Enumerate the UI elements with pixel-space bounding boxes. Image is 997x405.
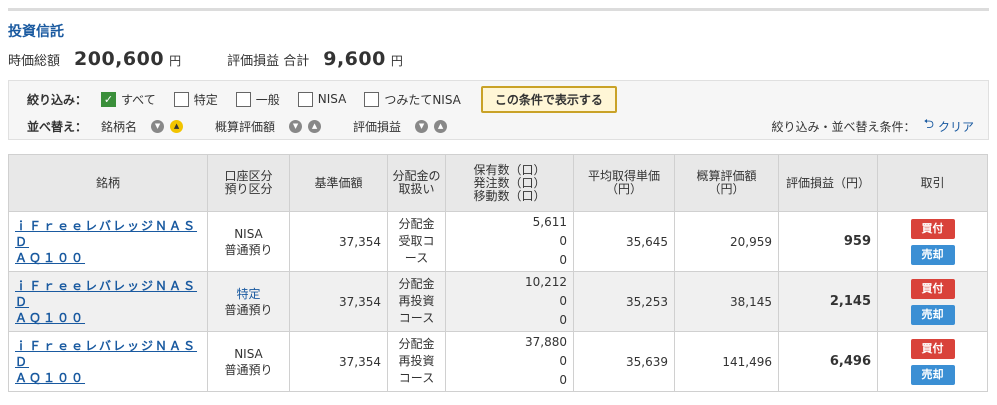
- fund-name-link[interactable]: ｉＦｒｅｅレバレッジＮＡＳＤ ＡＱ１００: [15, 278, 201, 326]
- base-price-cell: 37,354: [289, 211, 388, 272]
- clear-label[interactable]: クリア: [938, 118, 974, 135]
- filter-option-label: すべて: [121, 92, 156, 107]
- table-row: ｉＦｒｅｅレバレッジＮＡＳＤ ＡＱ１００ NISA 普通預り 37,354 分配金受…: [8, 211, 988, 272]
- trade-cell: 買付 売却: [877, 331, 988, 392]
- sort-down-icon[interactable]: ▼: [415, 119, 429, 133]
- sell-button[interactable]: 売却: [910, 304, 955, 325]
- sort-up-icon[interactable]: ▲: [434, 119, 448, 133]
- base-price-cell: 37,354: [289, 271, 388, 332]
- distribution-cell: 分配金 再投資 コース: [387, 271, 446, 332]
- header-pnl: 評価損益（円）: [778, 154, 878, 212]
- pnl-cell: 2,145: [778, 271, 878, 332]
- clear-link[interactable]: ⮌ クリア: [924, 115, 974, 137]
- sort-item-label: 概算評価額: [215, 119, 276, 134]
- filter-option-label: 一般: [255, 92, 280, 107]
- account-cell: NISA 普通預り: [207, 331, 290, 392]
- pnl-total-label: 評価損益 合計: [227, 54, 310, 69]
- header-base-price: 基準価額: [289, 154, 388, 212]
- quantity-cell: 5,611 0 0: [445, 211, 574, 272]
- header-avg-cost: 平均取得単価 （円）: [573, 154, 675, 212]
- filter-option-label: NISA: [317, 92, 347, 106]
- header-quantity: 保有数（口） 発注数（口） 移動数（口）: [445, 154, 574, 212]
- avg-cost-cell: 35,253: [573, 271, 675, 332]
- apply-filter-button[interactable]: この条件で表示する: [480, 85, 617, 113]
- holdings-table: 銘柄 口座区分 預り区分 基準価額 分配金の 取扱い 保有数（口） 発注数（口）…: [8, 154, 988, 392]
- sort-down-icon[interactable]: ▼: [289, 119, 303, 133]
- fund-name-cell: ｉＦｒｅｅレバレッジＮＡＳＤ ＡＱ１００: [8, 211, 208, 272]
- valuation-cell: 141,496: [674, 331, 779, 392]
- sort-row: 並べ替え： 銘柄名 ▼ ▲ 概算評価額 ▼ ▲ 評価損益 ▼ ▲: [27, 117, 479, 135]
- sort-up-icon[interactable]: ▲: [170, 119, 184, 133]
- avg-cost-cell: 35,639: [573, 331, 675, 392]
- valuation-cell: 20,959: [674, 211, 779, 272]
- pnl-total-value: 9,600: [323, 48, 386, 70]
- distribution-cell: 分配金 再投資 コース: [387, 331, 446, 392]
- filter-checkbox-ippan[interactable]: 一般: [235, 91, 280, 108]
- avg-cost-cell: 35,645: [573, 211, 675, 272]
- sell-button[interactable]: 売却: [910, 364, 955, 385]
- sell-button[interactable]: 売却: [910, 244, 955, 265]
- sort-item-valuation: 概算評価額 ▼ ▲: [215, 118, 327, 135]
- filter-checkbox-nisa[interactable]: NISA: [297, 91, 347, 107]
- header-name: 銘柄: [8, 154, 208, 212]
- sort-label: 並べ替え：: [27, 119, 88, 134]
- buy-button[interactable]: 買付: [910, 278, 955, 299]
- table-header-row: 銘柄 口座区分 預り区分 基準価額 分配金の 取扱い 保有数（口） 発注数（口）…: [8, 154, 988, 212]
- checkbox-icon[interactable]: [364, 91, 380, 107]
- sort-item-label: 評価損益: [353, 119, 402, 134]
- sort-item-name: 銘柄名 ▼ ▲: [101, 118, 189, 135]
- page-title: 投資信託: [8, 24, 64, 40]
- filter-checkbox-all[interactable]: ✓ すべて: [101, 91, 156, 108]
- sort-item-label: 銘柄名: [101, 119, 138, 134]
- base-price-cell: 37,354: [289, 331, 388, 392]
- header-account: 口座区分 預り区分: [207, 154, 290, 212]
- filter-option-label: 特定: [193, 92, 218, 107]
- checkbox-icon[interactable]: [173, 91, 189, 107]
- trade-cell: 買付 売却: [877, 211, 988, 272]
- fund-name-cell: ｉＦｒｅｅレバレッジＮＡＳＤ ＡＱ１００: [8, 271, 208, 332]
- trade-cell: 買付 売却: [877, 271, 988, 332]
- valuation-cell: 38,145: [674, 271, 779, 332]
- filter-option-label: つみたてNISA: [384, 92, 461, 107]
- header-distribution: 分配金の 取扱い: [387, 154, 446, 212]
- fund-name-cell: ｉＦｒｅｅレバレッジＮＡＳＤ ＡＱ１００: [8, 331, 208, 392]
- filter-panel: 絞り込み： ✓ すべて 特定 一般 NISA つみたてNISA この条件で表示す…: [8, 80, 989, 140]
- checkbox-icon[interactable]: [235, 91, 251, 107]
- pnl-total-unit: 円: [390, 54, 403, 68]
- filter-checkbox-tokutei[interactable]: 特定: [173, 91, 218, 108]
- checkbox-checked-icon[interactable]: ✓: [101, 91, 117, 107]
- buy-button[interactable]: 買付: [910, 338, 955, 359]
- quantity-cell: 10,212 0 0: [445, 271, 574, 332]
- market-value-label: 時価総額: [8, 54, 61, 69]
- account-cell: 特定 普通預り: [207, 271, 290, 332]
- sort-up-icon[interactable]: ▲: [308, 119, 322, 133]
- table-row: ｉＦｒｅｅレバレッジＮＡＳＤ ＡＱ１００ 特定 普通預り 37,354 分配金 再投資…: [8, 271, 988, 332]
- pnl-cell: 6,496: [778, 331, 878, 392]
- buy-button[interactable]: 買付: [910, 218, 955, 239]
- filter-row: 絞り込み： ✓ すべて 特定 一般 NISA つみたてNISA この条件で表示す…: [27, 85, 617, 113]
- fund-name-link[interactable]: ｉＦｒｅｅレバレッジＮＡＳＤ ＡＱ１００: [15, 338, 201, 386]
- summary-bar: 時価総額 200,600 円 評価損益 合計 9,600 円: [8, 48, 403, 72]
- filter-checkbox-tsumitate-nisa[interactable]: つみたてNISA: [364, 91, 461, 108]
- undo-icon: ⮌: [923, 117, 934, 132]
- sort-item-pnl: 評価損益 ▼ ▲: [353, 118, 453, 135]
- top-divider: [8, 8, 989, 11]
- account-cell: NISA 普通預り: [207, 211, 290, 272]
- distribution-cell: 分配金 受取コ ース: [387, 211, 446, 272]
- sort-down-icon[interactable]: ▼: [151, 119, 165, 133]
- table-row: ｉＦｒｅｅレバレッジＮＡＳＤ ＡＱ１００ NISA 普通預り 37,354 分配金再…: [8, 331, 988, 392]
- filter-label: 絞り込み：: [27, 92, 88, 107]
- conditions-label: 絞り込み・並べ替え条件：: [771, 119, 916, 134]
- pnl-cell: 959: [778, 211, 878, 272]
- market-value-unit: 円: [169, 54, 182, 68]
- fund-name-link[interactable]: ｉＦｒｅｅレバレッジＮＡＳＤ ＡＱ１００: [15, 218, 201, 266]
- market-value: 200,600: [74, 48, 165, 70]
- quantity-cell: 37,880 0 0: [445, 331, 574, 392]
- header-valuation: 概算評価額 （円）: [674, 154, 779, 212]
- conditions-clear: 絞り込み・並べ替え条件： ⮌ クリア: [772, 117, 974, 135]
- header-trade: 取引: [877, 154, 988, 212]
- checkbox-icon[interactable]: [297, 91, 313, 107]
